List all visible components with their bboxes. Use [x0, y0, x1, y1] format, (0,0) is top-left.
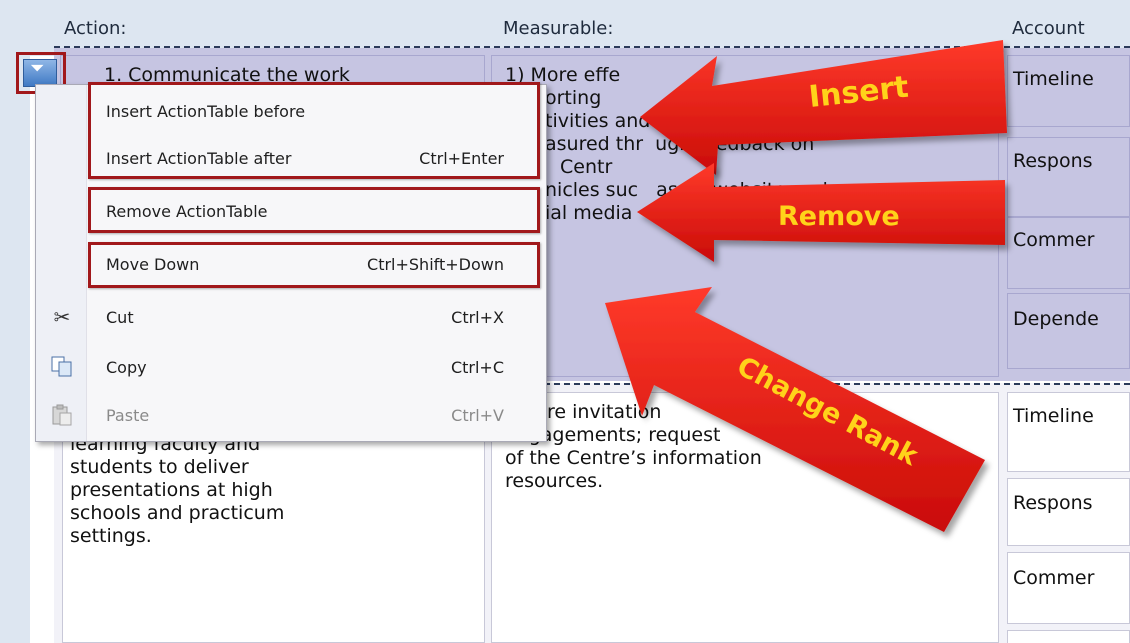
remove-callout-label: Remove — [778, 201, 900, 232]
callout-overlay: Insert Remove Change Rank — [605, 40, 1007, 532]
